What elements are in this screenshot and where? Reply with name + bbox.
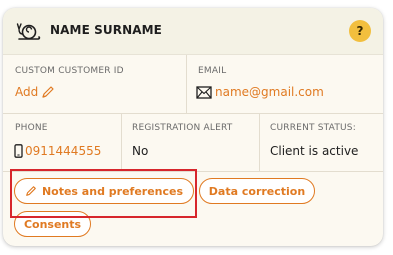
current-status-value: Client is active [270, 144, 359, 158]
highlight-frame [10, 169, 197, 218]
phone-label: PHONE [15, 123, 48, 133]
snail-icon [16, 23, 41, 40]
help-button[interactable]: ? [349, 20, 371, 42]
data-correction-button[interactable]: Data correction [199, 178, 315, 204]
divider [121, 114, 122, 171]
data-correction-label: Data correction [208, 184, 306, 198]
consents-label: Consents [23, 217, 82, 231]
divider [186, 55, 187, 113]
divider [3, 113, 383, 114]
phone-row: 0911444555 [14, 144, 101, 158]
card-header: NAME SURNAME ? [3, 8, 383, 55]
add-customer-id-link[interactable]: Add [15, 85, 55, 99]
customer-name: NAME SURNAME [50, 23, 162, 37]
registration-alert-value: No [132, 144, 149, 158]
add-customer-id-text: Add [15, 85, 39, 99]
envelope-icon [196, 85, 212, 99]
divider [259, 114, 260, 171]
email-row: name@gmail.com [196, 85, 324, 99]
email-label: EMAIL [198, 66, 227, 76]
mobile-phone-icon [14, 144, 23, 158]
customer-id-label: CUSTOM CUSTOMER ID [15, 66, 124, 76]
registration-alert-label: REGISTRATION ALERT [132, 123, 233, 133]
pencil-icon [42, 86, 54, 98]
email-link[interactable]: name@gmail.com [215, 85, 324, 99]
current-status-label: CURRENT STATUS: [270, 123, 356, 133]
question-mark-icon: ? [356, 24, 364, 38]
phone-link[interactable]: 0911444555 [25, 144, 101, 158]
